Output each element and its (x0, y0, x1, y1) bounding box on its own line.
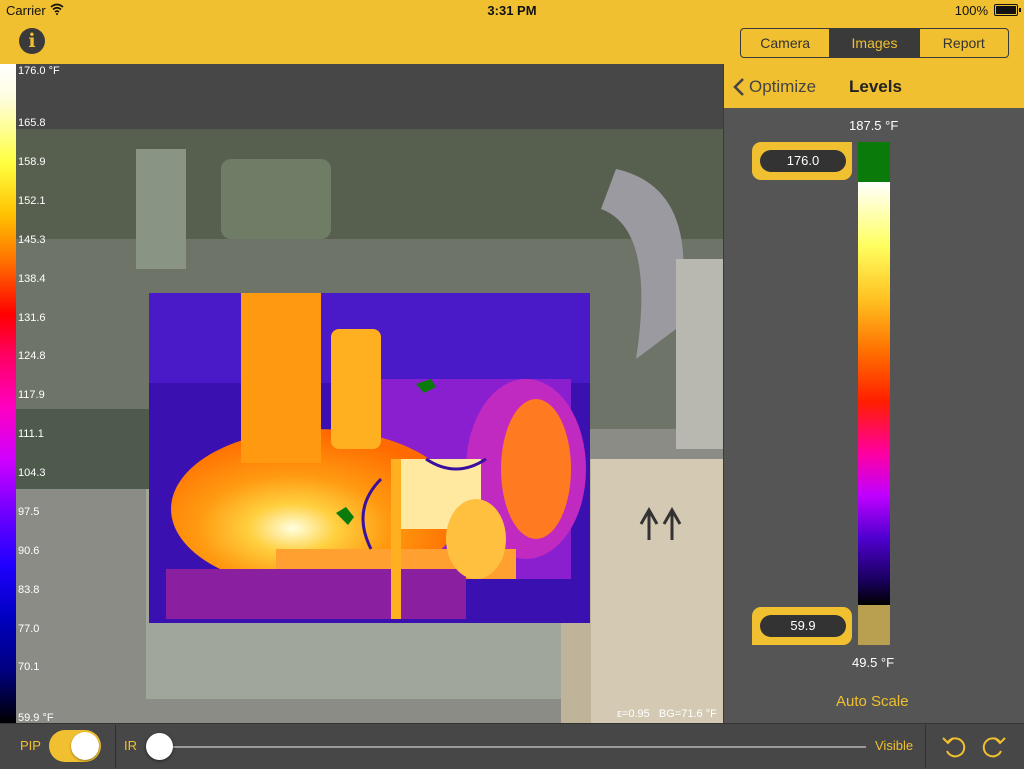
battery-icon (994, 4, 1021, 16)
pip-label: PIP (20, 738, 41, 753)
scale-tick: 165.8 (18, 117, 46, 129)
low-level-value: 59.9 (760, 615, 846, 637)
chevron-left-icon (733, 78, 744, 96)
temperature-scale-bar (0, 64, 16, 723)
mode-segmented-control: Camera Images Report (740, 28, 1009, 58)
scale-tick: 138.4 (18, 273, 46, 285)
range-max-label: 187.5 °F (849, 118, 899, 133)
pip-toggle[interactable] (49, 730, 101, 762)
ir-label: IR (124, 738, 137, 753)
scale-tick: 104.3 (18, 467, 46, 479)
divider (925, 725, 926, 768)
tab-camera[interactable]: Camera (741, 29, 831, 57)
scale-tick: 111.1 (18, 428, 44, 440)
scale-tick: 152.1 (18, 195, 46, 207)
level-gradient-bar (858, 182, 890, 605)
undo-icon[interactable] (940, 732, 968, 760)
divider (115, 725, 116, 768)
tab-report[interactable]: Report (920, 29, 1008, 57)
back-button[interactable]: Optimize (733, 77, 816, 97)
scale-tick: 176.0 °F (18, 65, 60, 77)
low-level-handle[interactable]: 59.9 (752, 607, 852, 645)
high-saturation-swatch (858, 142, 890, 182)
info-button[interactable]: i (19, 28, 45, 54)
scale-tick: 124.8 (18, 350, 46, 362)
background-temp-value: BG=71.6 °F (658, 708, 717, 720)
scale-tick: 131.6 (18, 312, 46, 324)
scale-tick: 70.1 (18, 661, 40, 673)
scale-tick: 77.0 (18, 623, 40, 635)
emissivity-readout: ε=0.95 BG=71.6 °F (617, 708, 717, 720)
panel-title: Levels (849, 77, 902, 96)
high-level-value: 176.0 (760, 150, 846, 172)
back-label: Optimize (749, 77, 817, 96)
high-level-handle[interactable]: 176.0 (752, 142, 852, 180)
scale-tick: 145.3 (18, 234, 46, 246)
auto-scale-button[interactable]: Auto Scale (836, 693, 909, 710)
emissivity-value: ε=0.95 (617, 708, 650, 720)
tab-images[interactable]: Images (830, 29, 920, 57)
toggle-knob (71, 732, 99, 760)
range-min-label: 49.5 °F (852, 655, 895, 670)
scale-tick: 83.8 (18, 584, 40, 596)
scale-tick: 158.9 (18, 156, 46, 168)
blend-slider-track[interactable] (160, 746, 866, 748)
visible-label: Visible (875, 738, 914, 753)
low-saturation-swatch (858, 605, 890, 645)
redo-icon[interactable] (980, 732, 1008, 760)
thermal-image (16, 129, 723, 723)
blend-slider-thumb[interactable] (146, 733, 173, 760)
scale-tick: 117.9 (18, 389, 45, 401)
status-time: 3:31 PM (487, 3, 537, 18)
scale-tick: 90.6 (18, 545, 40, 557)
status-battery-percent: 100% (954, 3, 988, 18)
image-viewport[interactable] (16, 64, 723, 723)
scale-tick: 97.5 (18, 506, 40, 518)
